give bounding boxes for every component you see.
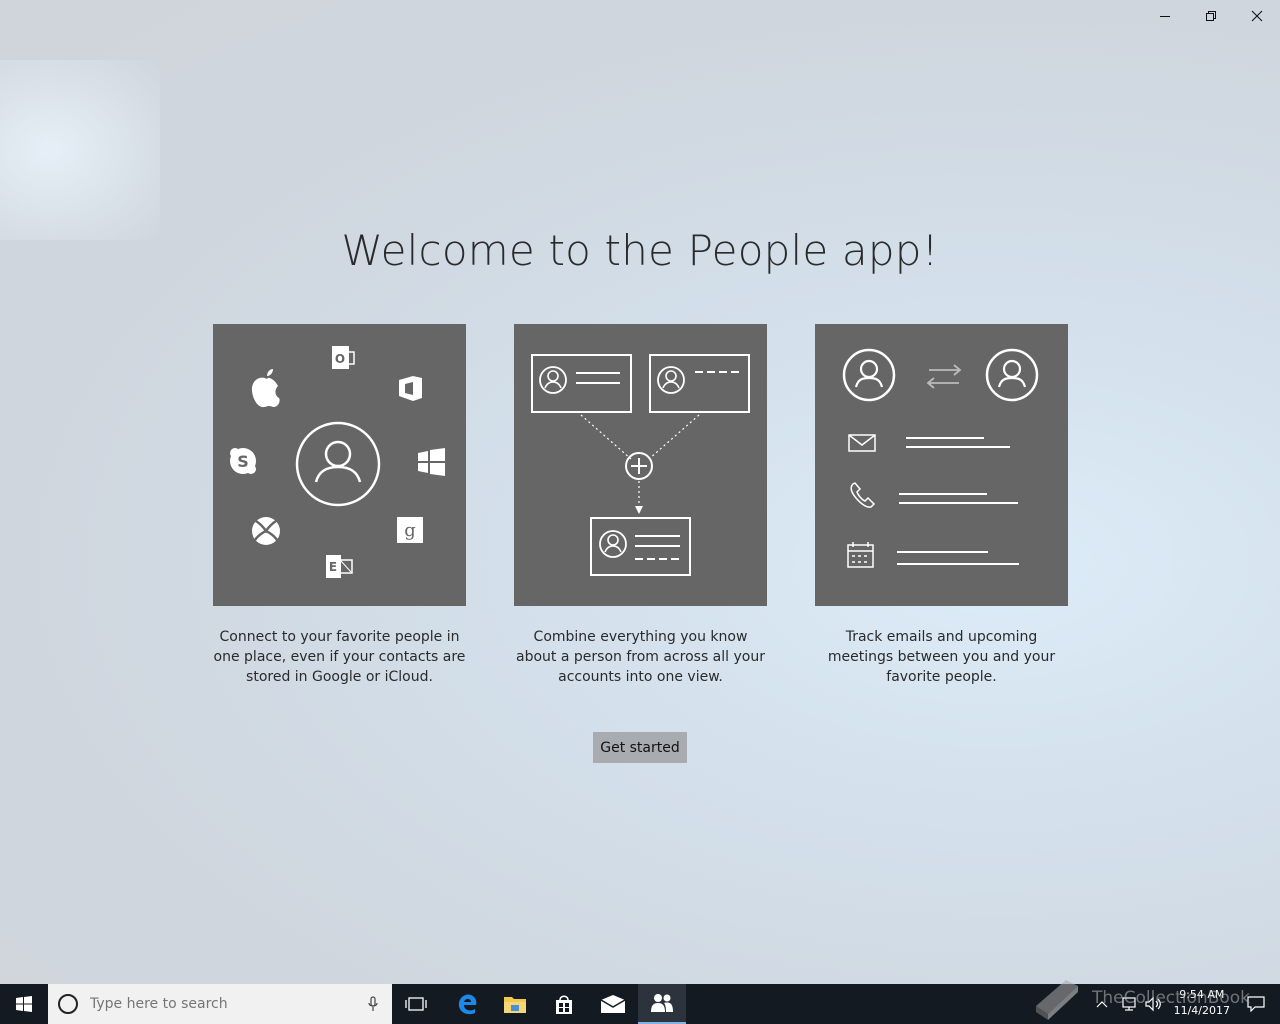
window-caption-buttons [1142, 0, 1280, 32]
windows-icon [418, 448, 445, 476]
skype-icon: S [230, 448, 256, 474]
restore-icon [1206, 11, 1216, 21]
file-explorer-taskbar-button[interactable] [491, 984, 539, 1024]
search-box[interactable] [48, 984, 392, 1024]
watermark-text: TheCollectionBook [1092, 988, 1251, 1008]
file-explorer-icon [504, 997, 526, 1013]
mail-taskbar-button[interactable] [589, 984, 637, 1024]
connect-accounts-illustration: O g E S [213, 324, 466, 606]
xbox-icon [252, 517, 280, 545]
page-title: Welcome to the People app! [341, 226, 939, 275]
microphone-icon[interactable] [368, 996, 378, 1012]
outlook-icon: O [332, 346, 355, 369]
search-input[interactable] [88, 995, 362, 1013]
minimize-button[interactable] [1142, 0, 1188, 32]
phone-icon [850, 482, 876, 508]
start-button[interactable] [0, 984, 48, 1024]
task-view-icon [405, 997, 427, 1011]
mail-icon [600, 995, 626, 1013]
contact-card-icon [649, 354, 750, 413]
track-description: Track emails and upcoming meetings betwe… [827, 629, 1056, 685]
merged-contact-card-icon [590, 517, 691, 576]
cortana-icon [58, 994, 78, 1014]
svg-text:S: S [237, 452, 249, 471]
svg-text:O: O [335, 352, 345, 366]
exchange-icon: E [326, 555, 353, 578]
combine-description: Combine everything you know about a pers… [516, 629, 765, 685]
watermark-book-icon [1036, 980, 1078, 1020]
plus-icon [625, 452, 653, 480]
close-button[interactable] [1234, 0, 1280, 32]
person-icon [295, 421, 381, 507]
background-glow [0, 60, 160, 240]
svg-text:E: E [329, 560, 337, 574]
combine-contacts-illustration [514, 324, 767, 606]
connect-description: Connect to your favorite people in one p… [213, 629, 466, 685]
edge-taskbar-button[interactable] [443, 984, 491, 1024]
contact-card-icon [531, 354, 632, 413]
exchange-arrows-icon [926, 364, 962, 389]
google-icon: g [397, 517, 423, 543]
store-taskbar-button[interactable] [540, 984, 588, 1024]
svg-text:g: g [404, 520, 416, 541]
office-icon [399, 376, 422, 401]
taskbar: 9:54 AM 11/4/2017 [0, 984, 1280, 1024]
mail-icon [848, 434, 876, 452]
people-taskbar-button[interactable] [638, 984, 686, 1024]
track-communications-illustration [815, 324, 1068, 606]
apple-icon [251, 369, 280, 408]
get-started-button[interactable]: Get started [593, 732, 687, 763]
start-icon [16, 996, 32, 1012]
people-icon [651, 994, 673, 1012]
task-view-button[interactable] [392, 984, 440, 1024]
calendar-icon [847, 542, 874, 568]
restore-button[interactable] [1188, 0, 1234, 32]
edge-icon [458, 994, 477, 1015]
store-icon [556, 995, 572, 1014]
person-icon [985, 348, 1039, 402]
person-icon [842, 348, 896, 402]
close-icon [1251, 10, 1263, 22]
minimize-icon [1160, 16, 1170, 17]
